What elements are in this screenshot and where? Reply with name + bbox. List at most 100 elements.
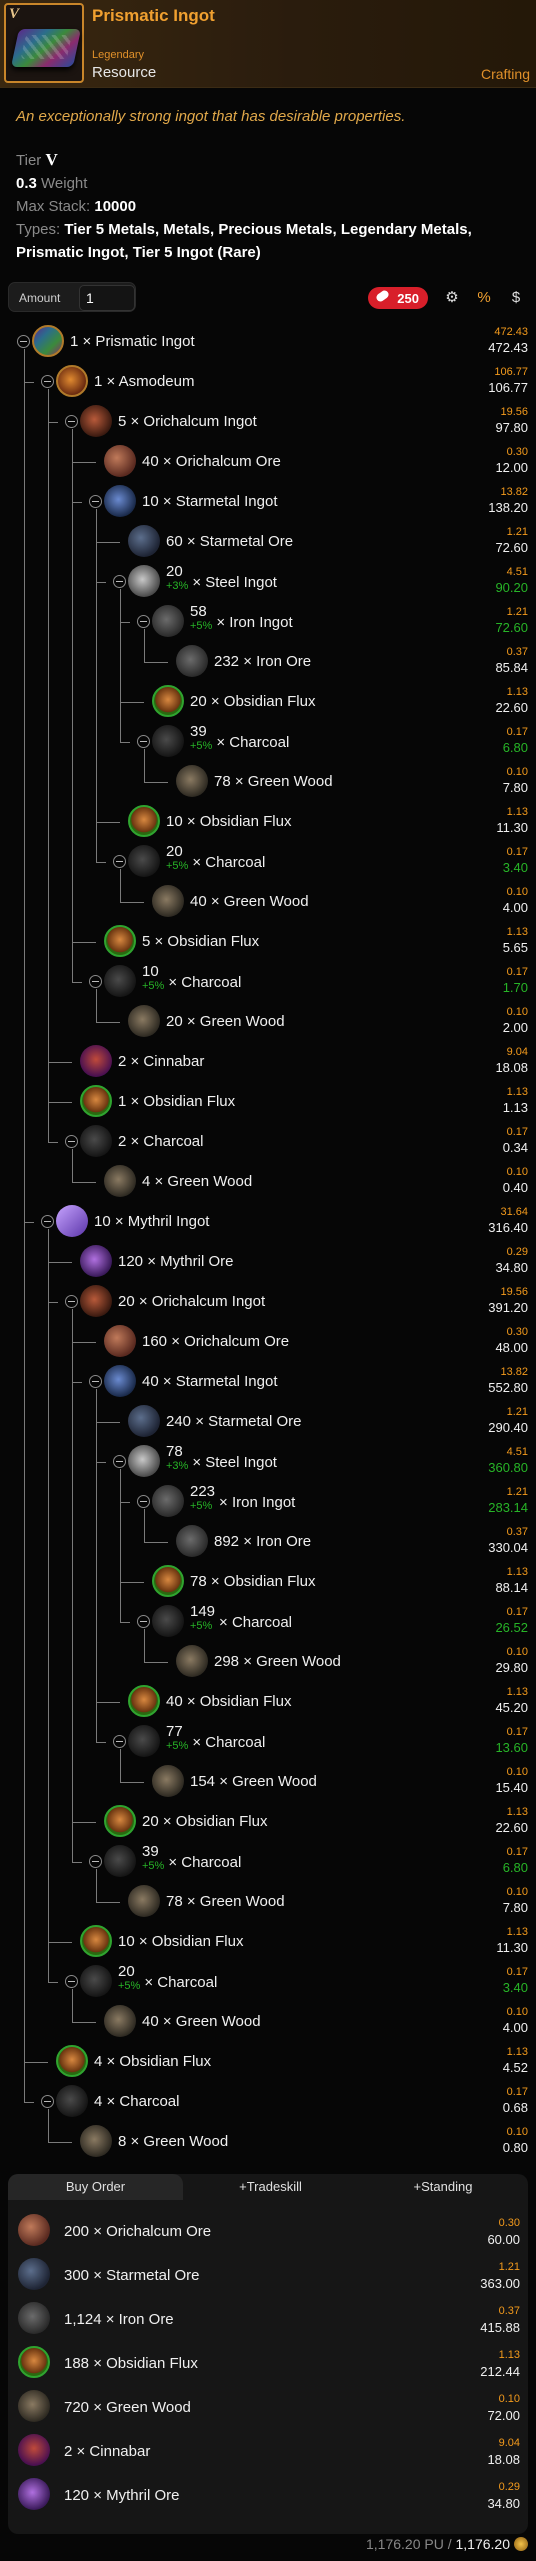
ingredient-label: 4 × Charcoal — [94, 2093, 180, 2110]
collapse-toggle[interactable] — [113, 1455, 126, 1468]
collapse-toggle[interactable] — [137, 1615, 150, 1628]
unit-price: 1.13 — [498, 2349, 520, 2361]
stari-icon — [104, 485, 136, 517]
ingredient-label: 1 × Asmodeum — [94, 373, 195, 390]
collapse-toggle[interactable] — [17, 335, 30, 348]
total-price: 12.00 — [495, 460, 528, 475]
ingredient-label: 77 +5% × Charcoal — [166, 1724, 265, 1753]
unit-price: 13.82 — [500, 486, 528, 498]
tab-buy-order[interactable]: Buy Order — [8, 2174, 183, 2200]
ingredient-name: × Charcoal — [168, 1854, 242, 1871]
total-price: 1.70 — [502, 980, 528, 995]
iron-icon — [152, 1485, 184, 1517]
unit-price: 0.10 — [506, 2126, 528, 2138]
collapse-toggle[interactable] — [89, 1375, 102, 1388]
ingot-graphic — [10, 29, 82, 67]
item-description: An exceptionally strong ingot that has d… — [16, 108, 406, 125]
orch-icon — [104, 1325, 136, 1357]
collapse-toggle[interactable] — [65, 415, 78, 428]
money-bag-icon[interactable]: $ — [504, 286, 528, 310]
tab-standing[interactable]: +Standing — [358, 2174, 528, 2200]
item-properties: Tier V 0.3 Weight Max Stack: 10000 Types… — [16, 148, 526, 264]
tree-row: 5 × Obsidian Flux 1.13 5.65 — [0, 922, 536, 962]
unit-price: 1.13 — [506, 926, 528, 938]
char-icon — [104, 965, 136, 997]
collapse-toggle[interactable] — [89, 975, 102, 988]
collapse-toggle[interactable] — [41, 1215, 54, 1228]
total-price: 7.80 — [502, 1900, 528, 1915]
total-price: 11.30 — [496, 1940, 528, 1955]
bonus-percent: +5% — [190, 1500, 213, 1512]
total-price: 26.52 — [495, 1620, 528, 1635]
tab-tradeskill[interactable]: +Tradeskill — [183, 2174, 358, 2200]
ingredient-quantity: 78 +3% — [166, 1444, 188, 1473]
collapse-toggle[interactable] — [113, 1735, 126, 1748]
collapse-toggle[interactable] — [113, 575, 126, 588]
buy-order-label: 120 × Mythril Ore — [64, 2487, 180, 2504]
iron-icon — [18, 2302, 50, 2334]
char-icon — [152, 725, 184, 757]
total-price: 34.80 — [487, 2496, 520, 2511]
total-price: 106.77 — [488, 380, 528, 395]
total-price: 0.68 — [502, 2100, 528, 2115]
wood-icon — [176, 765, 208, 797]
maxstack-row: Max Stack: 10000 — [16, 198, 137, 215]
collapse-toggle[interactable] — [89, 1855, 102, 1868]
bonus-percent: +3% — [166, 580, 189, 592]
total-price: 7.80 — [502, 780, 528, 795]
ingredient-label: 20 +5% × Charcoal — [166, 844, 265, 873]
collapse-toggle[interactable] — [113, 855, 126, 868]
ingredient-quantity: 149 +5% — [190, 1604, 215, 1633]
buy-order-total: 1,176.20 PU / 1,176.20 — [0, 2536, 528, 2558]
count-badge[interactable]: 250 — [368, 287, 428, 309]
unit-price: 0.17 — [506, 966, 528, 978]
collapse-toggle[interactable] — [65, 1135, 78, 1148]
total-price: 72.60 — [495, 620, 528, 635]
collapse-toggle[interactable] — [89, 495, 102, 508]
total-price: 29.80 — [495, 1660, 528, 1675]
wood-icon — [104, 2005, 136, 2037]
ingredient-label: 149 +5% × Charcoal — [190, 1604, 292, 1633]
collapse-toggle[interactable] — [137, 1495, 150, 1508]
star-icon — [18, 2258, 50, 2290]
buy-order-row: 188 × Obsidian Flux 1.13 212.44 — [8, 2340, 528, 2384]
ingredient-label: 20 × Green Wood — [166, 1013, 285, 1030]
total-price: 13.60 — [495, 1740, 528, 1755]
bonus-percent: +5% — [142, 980, 165, 992]
unit-price: 0.30 — [506, 1326, 528, 1338]
pris-icon — [32, 325, 64, 357]
tree-row: 240 × Starmetal Ore 1.21 290.40 — [0, 1402, 536, 1442]
tree-row: 78 × Green Wood 0.10 7.80 — [0, 1882, 536, 1922]
total-price: 88.14 — [495, 1580, 528, 1595]
collapse-toggle[interactable] — [137, 615, 150, 628]
total-price: 4.00 — [502, 900, 528, 915]
collapse-toggle[interactable] — [65, 1975, 78, 1988]
bonus-percent: +5% — [190, 620, 213, 632]
star-icon — [128, 525, 160, 557]
item-header: V Prismatic Ingot Legendary Resource Cra… — [0, 0, 536, 88]
unit-price: 1.13 — [506, 686, 528, 698]
unit-price: 0.17 — [506, 1126, 528, 1138]
buy-order-label: 720 × Green Wood — [64, 2399, 191, 2416]
total-price: 1.13 — [502, 1100, 528, 1115]
ingredient-quantity: 39 +5% — [190, 724, 213, 753]
tree-row: 4 × Charcoal 0.17 0.68 — [0, 2082, 536, 2122]
unit-price: 0.37 — [506, 646, 528, 658]
total-price: 330.04 — [488, 1540, 528, 1555]
collapse-toggle[interactable] — [137, 735, 150, 748]
bonus-percent: +5% — [190, 740, 213, 752]
amount-input[interactable] — [79, 285, 135, 311]
gears-icon[interactable]: ⚙ — [440, 286, 464, 310]
percent-icon[interactable]: % — [472, 286, 496, 310]
ingredient-label: 5 × Orichalcum Ingot — [118, 413, 257, 430]
ingredient-label: 10 × Obsidian Flux — [118, 1933, 244, 1950]
tree-row: 1 × Obsidian Flux 1.13 1.13 — [0, 1082, 536, 1122]
types-row: Types: Tier 5 Metals, Metals, Precious M… — [16, 221, 472, 261]
weight-row: 0.3 Weight — [16, 175, 88, 192]
collapse-toggle[interactable] — [65, 1295, 78, 1308]
unit-price: 0.37 — [506, 1526, 528, 1538]
unit-price: 4.51 — [506, 1446, 528, 1458]
collapse-toggle[interactable] — [41, 375, 54, 388]
collapse-toggle[interactable] — [41, 2095, 54, 2108]
total-price: 6.80 — [502, 1860, 528, 1875]
